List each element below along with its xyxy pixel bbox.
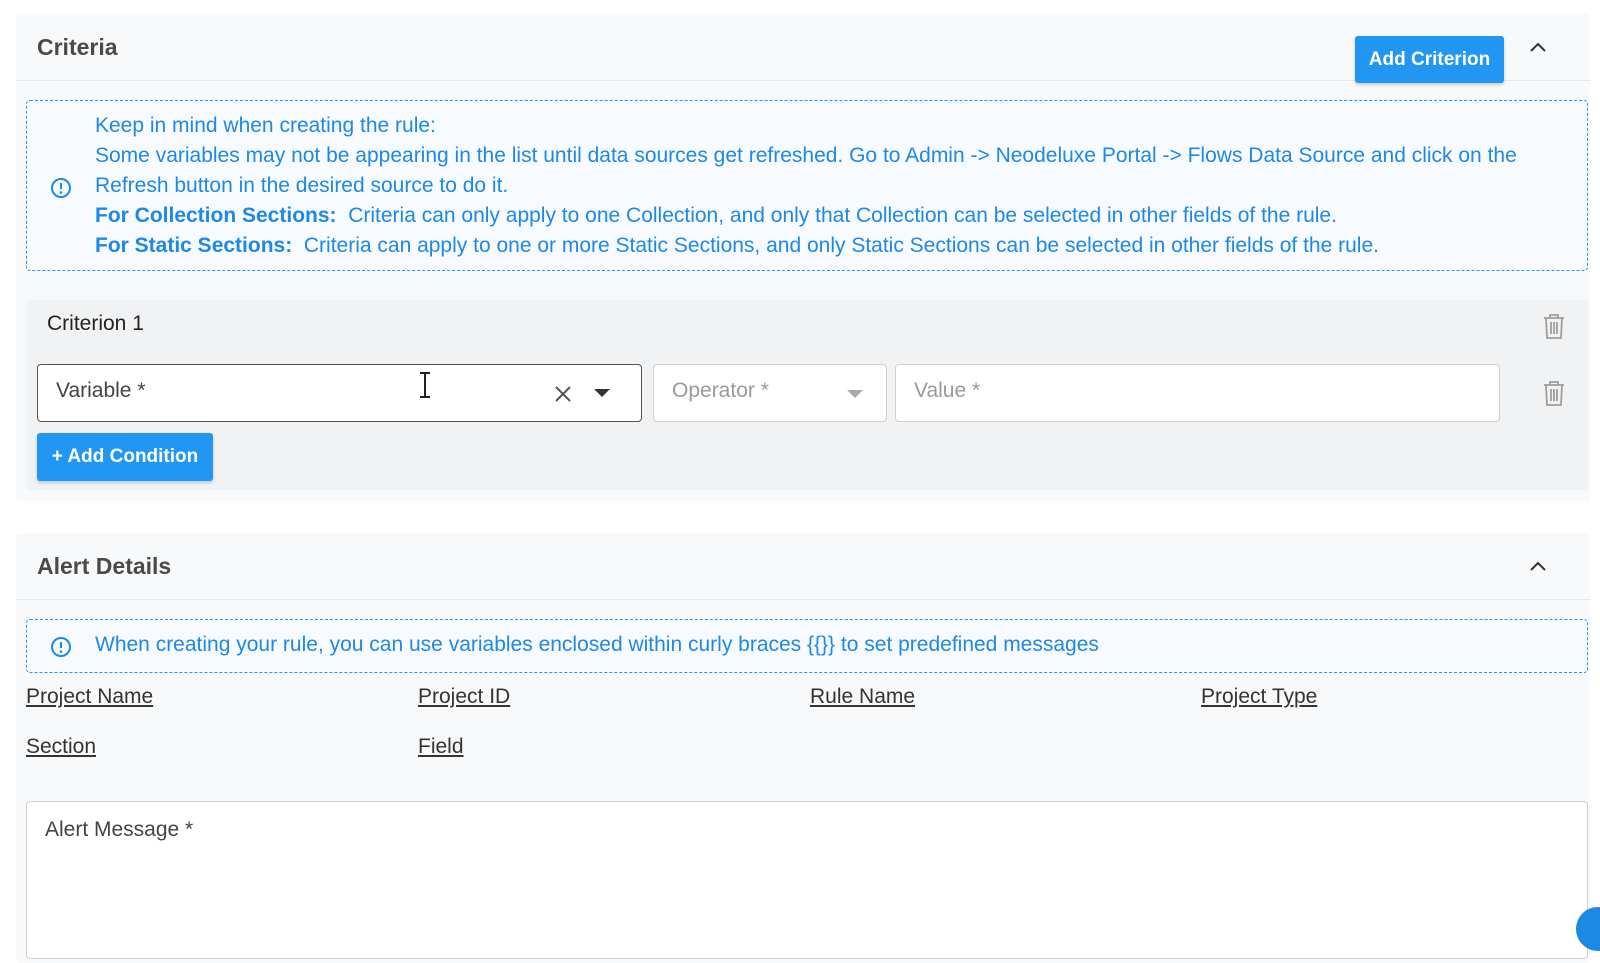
variable-link-project-name[interactable]: Project Name [26, 685, 153, 709]
collection-sections-label: For Collection Sections: [95, 204, 337, 227]
value-placeholder: Value * [914, 379, 981, 402]
variable-link-rule-name[interactable]: Rule Name [810, 685, 915, 709]
operator-select[interactable]: Operator * [653, 364, 887, 422]
criterion-title: Criterion 1 [47, 312, 144, 335]
static-sections-label: For Static Sections: [95, 234, 293, 257]
delete-condition-icon[interactable] [1542, 379, 1566, 407]
static-sections-text: Criteria can apply to one or more Static… [303, 234, 1379, 257]
criteria-title: Criteria [37, 33, 118, 60]
info-line-2: Some variables may not be appearing in t… [95, 144, 1517, 197]
dropdown-arrow-icon[interactable] [594, 388, 610, 398]
info-icon [51, 178, 71, 198]
add-condition-button[interactable]: + Add Condition [37, 433, 213, 481]
dropdown-arrow-icon[interactable] [847, 389, 863, 399]
delete-criterion-icon[interactable] [1542, 312, 1566, 340]
operator-placeholder: Operator * [672, 379, 769, 402]
variable-placeholder: Variable * [56, 379, 146, 402]
value-input[interactable]: Value * [895, 364, 1500, 422]
criteria-header: Criteria Add Criterion [16, 14, 1590, 83]
variable-select[interactable]: Variable * [37, 364, 642, 422]
alert-details-header: Alert Details [16, 533, 1590, 600]
criterion-card: Criterion 1 Variable * Operator * Value … [26, 300, 1588, 490]
criteria-panel: Criteria Add Criterion Keep in mind when… [16, 14, 1590, 501]
info-line-3: For Collection Sections: Criteria can on… [95, 201, 1557, 231]
variable-link-field[interactable]: Field [418, 735, 464, 759]
info-icon [51, 637, 71, 657]
alert-details-panel: Alert Details When creating your rule, y… [16, 533, 1590, 963]
alert-details-title: Alert Details [37, 552, 172, 579]
criteria-info-text: Keep in mind when creating the rule: Som… [95, 111, 1557, 261]
alert-info-text: When creating your rule, you can use var… [95, 633, 1099, 656]
alert-message-placeholder: Alert Message * [45, 818, 194, 841]
variable-link-project-type[interactable]: Project Type [1201, 685, 1317, 709]
alert-message-textarea[interactable]: Alert Message * [26, 801, 1588, 959]
add-criterion-button[interactable]: Add Criterion [1355, 36, 1504, 83]
alert-info-box: When creating your rule, you can use var… [26, 619, 1588, 673]
chevron-up-icon[interactable] [1528, 38, 1548, 58]
variable-link-project-id[interactable]: Project ID [418, 685, 510, 709]
text-cursor-icon [420, 372, 430, 398]
chevron-up-icon[interactable] [1528, 557, 1548, 577]
info-line-4: For Static Sections: Criteria can apply … [95, 231, 1557, 261]
criteria-info-box: Keep in mind when creating the rule: Som… [26, 100, 1588, 271]
variable-link-section[interactable]: Section [26, 735, 96, 759]
collection-sections-text: Criteria can only apply to one Collectio… [348, 204, 1337, 227]
clear-icon[interactable] [553, 384, 573, 404]
info-line-1: Keep in mind when creating the rule: [95, 114, 436, 137]
